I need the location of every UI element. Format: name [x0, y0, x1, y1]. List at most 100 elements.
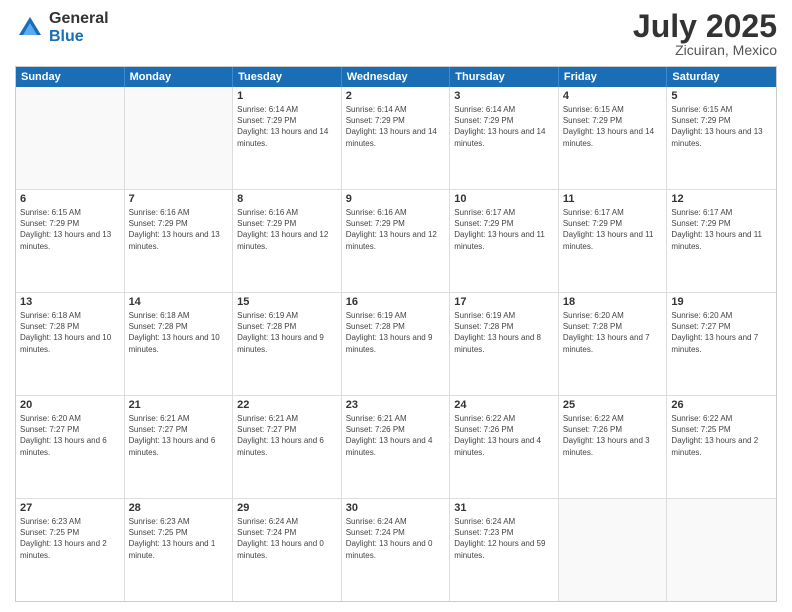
day-info: Sunrise: 6:24 AM Sunset: 7:24 PM Dayligh…	[237, 516, 337, 561]
calendar-empty-cell	[16, 87, 125, 189]
day-number: 19	[671, 296, 772, 308]
day-number: 21	[129, 399, 229, 411]
day-info: Sunrise: 6:22 AM Sunset: 7:26 PM Dayligh…	[454, 413, 554, 458]
calendar-empty-cell	[667, 499, 776, 601]
day-number: 28	[129, 502, 229, 514]
calendar-day-28: 28 Sunrise: 6:23 AM Sunset: 7:25 PM Dayli…	[125, 499, 234, 601]
day-number: 14	[129, 296, 229, 308]
day-number: 1	[237, 90, 337, 102]
day-info: Sunrise: 6:20 AM Sunset: 7:27 PM Dayligh…	[671, 310, 772, 355]
header-day-wednesday: Wednesday	[342, 67, 451, 87]
calendar-header: SundayMondayTuesdayWednesdayThursdayFrid…	[16, 67, 776, 87]
calendar-day-9: 9 Sunrise: 6:16 AM Sunset: 7:29 PM Daylig…	[342, 190, 451, 292]
day-info: Sunrise: 6:20 AM Sunset: 7:28 PM Dayligh…	[563, 310, 663, 355]
header-day-saturday: Saturday	[667, 67, 776, 87]
calendar-day-2: 2Sunrise: 6:14 AM Sunset: 7:29 PM Daylig…	[342, 87, 451, 189]
day-number: 27	[20, 502, 120, 514]
calendar-day-5: 5Sunrise: 6:15 AM Sunset: 7:29 PM Daylig…	[667, 87, 776, 189]
day-number: 13	[20, 296, 120, 308]
day-number: 23	[346, 399, 446, 411]
day-number: 4	[563, 90, 663, 102]
day-number: 22	[237, 399, 337, 411]
day-info: Sunrise: 6:23 AM Sunset: 7:25 PM Dayligh…	[20, 516, 120, 561]
calendar-day-12: 12 Sunrise: 6:17 AM Sunset: 7:29 PM Dayli…	[667, 190, 776, 292]
logo-general-text: General	[49, 10, 109, 28]
day-info: Sunrise: 6:17 AM Sunset: 7:29 PM Dayligh…	[563, 207, 663, 252]
calendar-title: July 2025	[633, 10, 777, 42]
day-info: Sunrise: 6:21 AM Sunset: 7:26 PM Dayligh…	[346, 413, 446, 458]
calendar-day-8: 8Sunrise: 6:16 AM Sunset: 7:29 PM Daylig…	[233, 190, 342, 292]
day-number: 12	[671, 193, 772, 205]
day-info: Sunrise: 6:15 AM Sunset: 7:29 PM Dayligh…	[20, 207, 120, 252]
calendar-day-20: 20 Sunrise: 6:20 AM Sunset: 7:27 PM Dayli…	[16, 396, 125, 498]
day-number: 30	[346, 502, 446, 514]
calendar-day-16: 16 Sunrise: 6:19 AM Sunset: 7:28 PM Dayli…	[342, 293, 451, 395]
header-day-sunday: Sunday	[16, 67, 125, 87]
header-day-tuesday: Tuesday	[233, 67, 342, 87]
day-info: Sunrise: 6:20 AM Sunset: 7:27 PM Dayligh…	[20, 413, 120, 458]
calendar-day-21: 21 Sunrise: 6:21 AM Sunset: 7:27 PM Dayli…	[125, 396, 234, 498]
calendar-day-27: 27 Sunrise: 6:23 AM Sunset: 7:25 PM Dayli…	[16, 499, 125, 601]
calendar-empty-cell	[559, 499, 668, 601]
calendar-week-4: 20 Sunrise: 6:20 AM Sunset: 7:27 PM Dayli…	[16, 396, 776, 499]
calendar-day-17: 17 Sunrise: 6:19 AM Sunset: 7:28 PM Dayli…	[450, 293, 559, 395]
calendar-day-11: 11Sunrise: 6:17 AM Sunset: 7:29 PM Dayli…	[559, 190, 668, 292]
logo-blue-text: Blue	[49, 28, 109, 46]
day-number: 31	[454, 502, 554, 514]
day-info: Sunrise: 6:17 AM Sunset: 7:29 PM Dayligh…	[454, 207, 554, 252]
calendar-day-24: 24Sunrise: 6:22 AM Sunset: 7:26 PM Dayli…	[450, 396, 559, 498]
day-info: Sunrise: 6:24 AM Sunset: 7:23 PM Dayligh…	[454, 516, 554, 561]
day-number: 29	[237, 502, 337, 514]
day-info: Sunrise: 6:14 AM Sunset: 7:29 PM Dayligh…	[454, 104, 554, 149]
calendar-day-10: 10 Sunrise: 6:17 AM Sunset: 7:29 PM Dayli…	[450, 190, 559, 292]
day-number: 2	[346, 90, 446, 102]
day-info: Sunrise: 6:18 AM Sunset: 7:28 PM Dayligh…	[129, 310, 229, 355]
calendar: SundayMondayTuesdayWednesdayThursdayFrid…	[15, 66, 777, 602]
calendar-day-3: 3 Sunrise: 6:14 AM Sunset: 7:29 PM Daylig…	[450, 87, 559, 189]
day-info: Sunrise: 6:22 AM Sunset: 7:25 PM Dayligh…	[671, 413, 772, 458]
day-info: Sunrise: 6:19 AM Sunset: 7:28 PM Dayligh…	[454, 310, 554, 355]
logo: General Blue	[15, 10, 109, 45]
calendar-week-5: 27 Sunrise: 6:23 AM Sunset: 7:25 PM Dayli…	[16, 499, 776, 601]
calendar-week-2: 6 Sunrise: 6:15 AM Sunset: 7:29 PM Daylig…	[16, 190, 776, 293]
day-info: Sunrise: 6:22 AM Sunset: 7:26 PM Dayligh…	[563, 413, 663, 458]
header-day-monday: Monday	[125, 67, 234, 87]
calendar-day-13: 13Sunrise: 6:18 AM Sunset: 7:28 PM Dayli…	[16, 293, 125, 395]
calendar-day-18: 18 Sunrise: 6:20 AM Sunset: 7:28 PM Dayli…	[559, 293, 668, 395]
calendar-day-4: 4Sunrise: 6:15 AM Sunset: 7:29 PM Daylig…	[559, 87, 668, 189]
day-number: 15	[237, 296, 337, 308]
day-number: 26	[671, 399, 772, 411]
day-number: 20	[20, 399, 120, 411]
day-number: 17	[454, 296, 554, 308]
day-info: Sunrise: 6:16 AM Sunset: 7:29 PM Dayligh…	[129, 207, 229, 252]
calendar-day-14: 14 Sunrise: 6:18 AM Sunset: 7:28 PM Dayli…	[125, 293, 234, 395]
calendar-location: Zicuiran, Mexico	[633, 42, 777, 58]
day-info: Sunrise: 6:16 AM Sunset: 7:29 PM Dayligh…	[346, 207, 446, 252]
day-info: Sunrise: 6:17 AM Sunset: 7:29 PM Dayligh…	[671, 207, 772, 252]
day-info: Sunrise: 6:15 AM Sunset: 7:29 PM Dayligh…	[671, 104, 772, 149]
day-info: Sunrise: 6:23 AM Sunset: 7:25 PM Dayligh…	[129, 516, 229, 561]
day-info: Sunrise: 6:19 AM Sunset: 7:28 PM Dayligh…	[346, 310, 446, 355]
day-number: 6	[20, 193, 120, 205]
calendar-week-1: 1 Sunrise: 6:14 AM Sunset: 7:29 PM Daylig…	[16, 87, 776, 190]
calendar-day-22: 22 Sunrise: 6:21 AM Sunset: 7:27 PM Dayli…	[233, 396, 342, 498]
calendar-body: 1 Sunrise: 6:14 AM Sunset: 7:29 PM Daylig…	[16, 87, 776, 601]
calendar-day-7: 7 Sunrise: 6:16 AM Sunset: 7:29 PM Daylig…	[125, 190, 234, 292]
day-number: 7	[129, 193, 229, 205]
calendar-day-26: 26 Sunrise: 6:22 AM Sunset: 7:25 PM Dayli…	[667, 396, 776, 498]
calendar-day-31: 31 Sunrise: 6:24 AM Sunset: 7:23 PM Dayli…	[450, 499, 559, 601]
page-header: General Blue July 2025 Zicuiran, Mexico	[15, 10, 777, 58]
day-number: 18	[563, 296, 663, 308]
calendar-day-29: 29 Sunrise: 6:24 AM Sunset: 7:24 PM Dayli…	[233, 499, 342, 601]
day-info: Sunrise: 6:19 AM Sunset: 7:28 PM Dayligh…	[237, 310, 337, 355]
header-day-thursday: Thursday	[450, 67, 559, 87]
day-number: 16	[346, 296, 446, 308]
calendar-empty-cell	[125, 87, 234, 189]
logo-icon	[15, 13, 45, 43]
day-number: 3	[454, 90, 554, 102]
day-number: 9	[346, 193, 446, 205]
day-info: Sunrise: 6:21 AM Sunset: 7:27 PM Dayligh…	[237, 413, 337, 458]
day-number: 25	[563, 399, 663, 411]
day-info: Sunrise: 6:21 AM Sunset: 7:27 PM Dayligh…	[129, 413, 229, 458]
day-number: 10	[454, 193, 554, 205]
